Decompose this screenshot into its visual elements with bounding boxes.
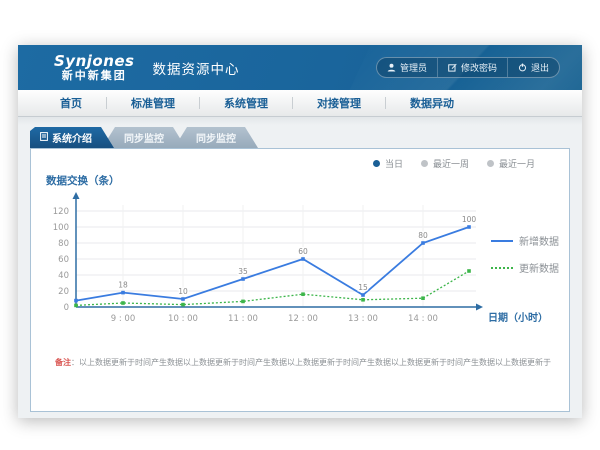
svg-text:60: 60 [58, 255, 69, 265]
dotted-line-icon [491, 267, 513, 269]
chart-svg: 0 20 40 60 80 100 120 9 : 00 10 : 00 11 : 00 12 : … [31, 149, 569, 411]
svg-text:100: 100 [53, 223, 69, 233]
svg-text:10 : 00: 10 : 00 [168, 314, 198, 324]
solid-line-icon [491, 240, 513, 242]
change-password-label: 修改密码 [461, 61, 497, 74]
legend-item-new-data: 新增数据 [491, 233, 559, 248]
tab-label: 同步监控 [196, 130, 236, 145]
svg-text:35: 35 [238, 267, 248, 276]
content-area: 系统介绍 同步监控 同步监控 当日 最近一周 [18, 117, 582, 418]
svg-text:0: 0 [64, 303, 69, 313]
svg-text:20: 20 [58, 287, 69, 297]
footnote: 备注：以上数据更新于时间产生数据以上数据更新于时间产生数据以上数据更新于时间产生… [55, 357, 559, 368]
svg-text:18: 18 [118, 281, 128, 290]
main-nav: 首页 标准管理 系统管理 对接管理 数据异动 [18, 90, 582, 117]
legend-new-data-label: 新增数据 [519, 233, 559, 248]
svg-text:13 : 00: 13 : 00 [348, 314, 378, 324]
user-icon [387, 63, 396, 72]
nav-item-interface-management[interactable]: 对接管理 [293, 95, 385, 111]
tab-system-intro[interactable]: 系统介绍 [30, 127, 114, 148]
nav-item-data-change[interactable]: 数据异动 [386, 95, 478, 111]
svg-text:40: 40 [58, 271, 69, 281]
svg-text:日期（小时）: 日期（小时） [488, 311, 548, 324]
svg-text:15: 15 [358, 283, 368, 292]
admin-user-button[interactable]: 管理员 [377, 58, 437, 77]
edit-icon [448, 63, 457, 72]
svg-text:120: 120 [53, 207, 69, 217]
chart-legend: 新增数据 更新数据 [491, 233, 559, 275]
footnote-text: ：以上数据更新于时间产生数据以上数据更新于时间产生数据以上数据更新于时间产生数据… [71, 358, 551, 367]
svg-text:60: 60 [298, 247, 308, 256]
legend-item-updated-data: 更新数据 [491, 260, 559, 275]
svg-text:100: 100 [462, 215, 477, 224]
svg-text:9 : 00: 9 : 00 [111, 314, 136, 324]
content-panel: 当日 最近一周 最近一月 数据交换（条） 0204060801001209 : … [30, 148, 570, 412]
power-icon [518, 63, 527, 72]
logo-brand: Synjones [54, 53, 135, 70]
legend-updated-data-label: 更新数据 [519, 260, 559, 275]
logout-button[interactable]: 退出 [507, 58, 559, 77]
change-password-button[interactable]: 修改密码 [437, 58, 507, 77]
nav-item-standard-management[interactable]: 标准管理 [107, 95, 199, 111]
document-icon [40, 132, 48, 144]
tab-bar: 系统介绍 同步监控 同步监控 [30, 127, 570, 148]
user-menu: 管理员 修改密码 退出 [376, 57, 560, 78]
svg-text:10: 10 [178, 287, 188, 296]
synjones-logo: Synjones 新中新集团 [54, 53, 135, 82]
svg-text:80: 80 [418, 231, 428, 240]
tab-label: 系统介绍 [52, 130, 92, 145]
app-title: 数据资源中心 [153, 58, 240, 78]
nav-item-system-management[interactable]: 系统管理 [200, 95, 292, 111]
svg-text:14 : 00: 14 : 00 [408, 314, 438, 324]
svg-text:80: 80 [58, 239, 69, 249]
nav-item-home[interactable]: 首页 [36, 95, 106, 111]
tab-sync-monitor-1[interactable]: 同步监控 [102, 127, 186, 148]
footnote-label: 备注 [55, 358, 71, 367]
logout-label: 退出 [531, 61, 549, 74]
app-header: Synjones 新中新集团 数据资源中心 管理员 修改密码 退出 [18, 45, 582, 90]
logo-company-name: 新中新集团 [54, 70, 135, 82]
admin-user-label: 管理员 [400, 61, 427, 74]
tab-label: 同步监控 [124, 130, 164, 145]
tab-sync-monitor-2[interactable]: 同步监控 [174, 127, 258, 148]
svg-text:12 : 00: 12 : 00 [288, 314, 318, 324]
app-window: Synjones 新中新集团 数据资源中心 管理员 修改密码 退出 [18, 45, 582, 418]
svg-text:11 : 00: 11 : 00 [228, 314, 258, 324]
